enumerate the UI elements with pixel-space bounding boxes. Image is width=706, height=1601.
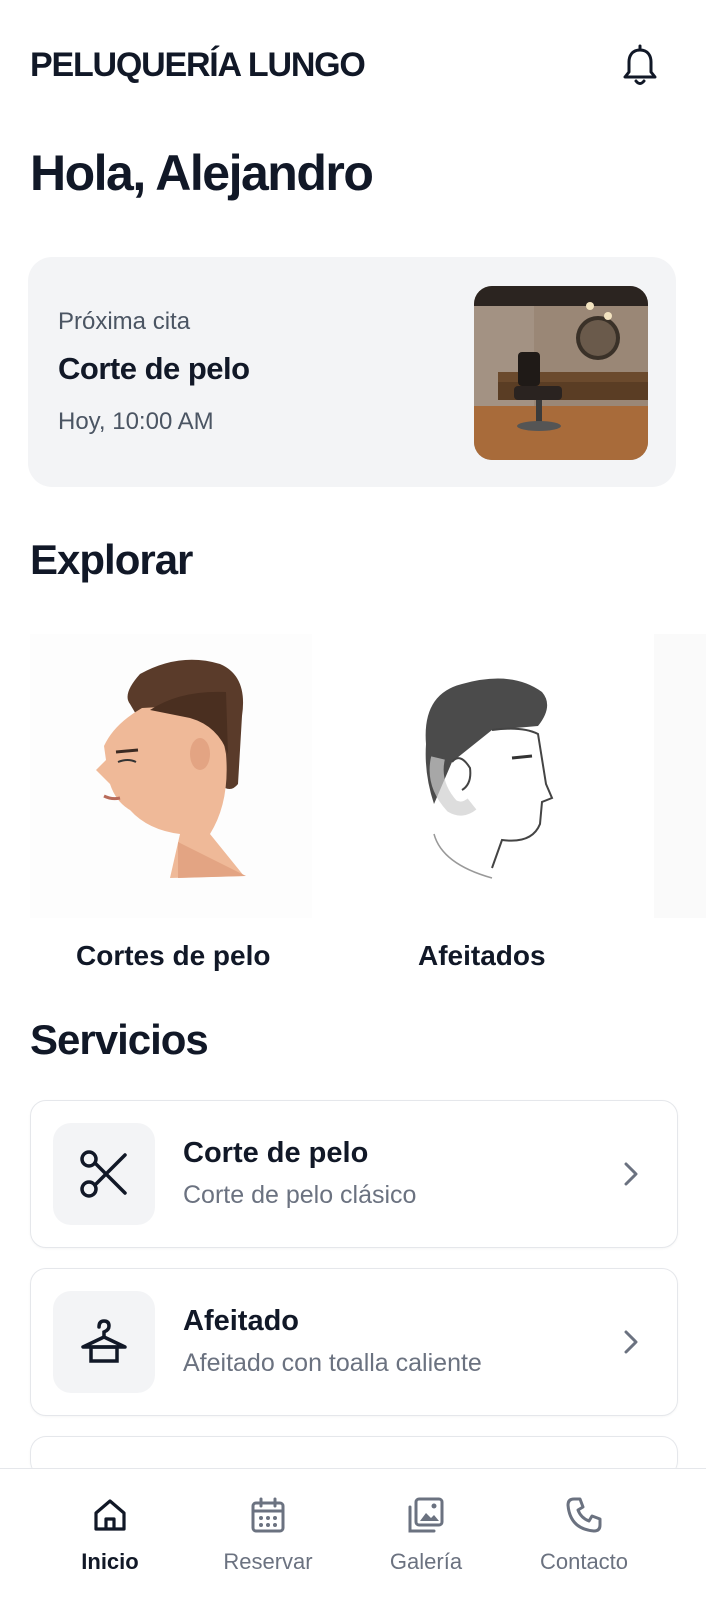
bell-icon[interactable] <box>620 44 660 88</box>
greeting-title: Hola, Alejandro <box>30 145 374 201</box>
service-title: Corte de pelo <box>183 1137 369 1169</box>
tab-inicio[interactable]: Inicio <box>30 1469 190 1601</box>
tab-label: Reservar <box>223 1549 313 1574</box>
appointment-service: Corte de pelo <box>58 351 250 386</box>
bottom-tab-bar: Inicio Reservar Galería Contacto <box>0 1468 706 1601</box>
appointment-kicker: Próxima cita <box>58 308 191 335</box>
tab-label: Inicio <box>81 1549 139 1574</box>
tab-galeria[interactable]: Galería <box>346 1469 506 1601</box>
service-icon-box <box>53 1123 155 1225</box>
appointment-time: Hoy, 10:00 AM <box>58 408 214 435</box>
explore-title: Explorar <box>30 536 193 583</box>
barbershop-photo <box>474 286 648 460</box>
gallery-icon <box>408 1497 444 1533</box>
tab-contacto[interactable]: Contacto <box>504 1469 664 1601</box>
tab-label: Galería <box>389 1549 463 1574</box>
hanger-icon <box>81 1319 127 1363</box>
explore-partial-image <box>654 634 706 918</box>
services-title: Servicios <box>30 1016 209 1063</box>
next-appointment-card[interactable]: Próxima cita Corte de pelo Hoy, 10:00 AM <box>28 257 676 487</box>
chevron-right-icon <box>624 1162 638 1186</box>
explore-label-shaves: Afeitados <box>418 940 546 971</box>
service-title: Afeitado <box>183 1305 299 1337</box>
scissors-icon <box>80 1150 127 1198</box>
home-icon <box>94 1499 126 1531</box>
service-item-haircut[interactable]: Corte de pelo Corte de pelo clásico <box>30 1100 678 1248</box>
explore-label-haircuts: Cortes de pelo <box>76 940 271 971</box>
haircut-illustration <box>30 634 312 918</box>
shave-illustration <box>342 634 624 918</box>
service-item-shave[interactable]: Afeitado Afeitado con toalla caliente <box>30 1268 678 1416</box>
explore-card-shaves[interactable] <box>342 634 624 918</box>
tab-label: Contacto <box>539 1549 629 1574</box>
service-icon-box <box>53 1291 155 1393</box>
service-subtitle: Corte de pelo clásico <box>183 1181 417 1209</box>
phone-icon <box>566 1497 602 1533</box>
brand-title: PELUQUERÍA LUNGO <box>30 46 366 84</box>
app-header: PELUQUERÍA LUNGO <box>30 38 676 94</box>
service-subtitle: Afeitado con toalla caliente <box>183 1349 482 1377</box>
calendar-icon <box>251 1497 285 1533</box>
explore-card-haircuts[interactable] <box>30 634 312 918</box>
explore-card-partial[interactable] <box>654 634 706 918</box>
tab-reservar[interactable]: Reservar <box>188 1469 348 1601</box>
chevron-right-icon <box>624 1330 638 1354</box>
